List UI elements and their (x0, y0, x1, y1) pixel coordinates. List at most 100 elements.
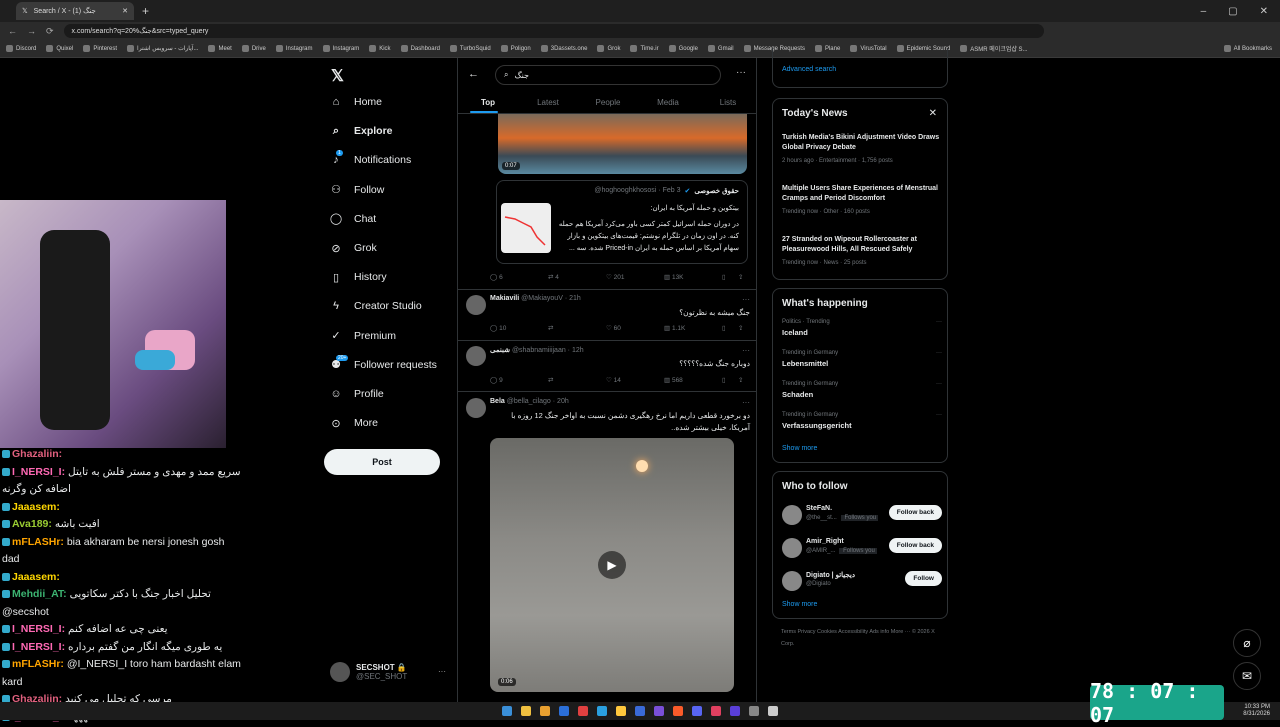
trend-item[interactable]: Trending in Germany Lebensmittel ··· (782, 350, 942, 368)
views-icon[interactable]: ▥ 1.1K (664, 324, 722, 332)
bookmark-item[interactable]: Instagram (322, 45, 359, 52)
back-icon[interactable]: ← (8, 26, 17, 36)
nav-explore[interactable]: ⌕ Explore (330, 125, 393, 138)
nav-notifications[interactable]: ♪ 1 Notifications (330, 150, 411, 166)
account-switcher[interactable]: SECSHOT 🔒 @SEC_SHOT ··· (330, 662, 446, 682)
more-dots-icon[interactable]: ··· (742, 295, 750, 304)
tab-top[interactable]: Top (458, 92, 518, 113)
url-field[interactable]: x.com/search?q=جنگ%20&src=typed_query (63, 24, 1044, 38)
footer-links[interactable]: Terms Privacy Cookies Accessibility Ads … (781, 626, 941, 650)
post-button[interactable]: Post (324, 449, 440, 475)
taskbar-app-icon[interactable] (597, 706, 607, 716)
more-dots-icon[interactable]: ··· (438, 667, 446, 676)
reply-icon[interactable]: ◯ 10 (490, 324, 548, 332)
taskbar-app-icon[interactable] (635, 706, 645, 716)
chat-username[interactable]: mFLASHr: (12, 536, 67, 548)
news-item[interactable]: Turkish Media's Bikini Adjustment Video … (782, 133, 942, 166)
nav-grok[interactable]: ⊘ Grok (330, 242, 376, 255)
back-arrow-icon[interactable]: ← (468, 68, 479, 80)
play-icon[interactable]: ▶ (598, 551, 626, 579)
nav-chat[interactable]: ◯ Chat (330, 213, 376, 226)
views-icon[interactable]: ▥ 568 (664, 376, 722, 384)
tab-lists[interactable]: Lists (698, 92, 756, 113)
taskbar-app-icon[interactable] (768, 706, 778, 716)
bookmark-item[interactable]: 3Dassets.one (540, 45, 587, 52)
chat-username[interactable]: I_NERSI_I: (12, 623, 68, 635)
chat-username[interactable]: Jaaasem: (12, 571, 60, 583)
share-icon[interactable]: ⇪ (738, 376, 748, 384)
reload-icon[interactable]: ⟳ (46, 26, 54, 37)
x-logo-icon[interactable]: 𝕏 (331, 66, 344, 86)
tab-latest[interactable]: Latest (518, 92, 578, 113)
chat-username[interactable]: Ghazaliin: (12, 448, 62, 460)
taskbar-app-icon[interactable] (654, 706, 664, 716)
close-icon[interactable]: ✕ (929, 108, 937, 119)
trend-item[interactable]: Trending in Germany Verfassungsgericht ··· (782, 412, 942, 430)
more-dots-icon[interactable]: ··· (936, 381, 942, 387)
news-item[interactable]: 27 Stranded on Wipeout Rollercoaster at … (782, 235, 942, 268)
new-tab-icon[interactable]: + (142, 4, 149, 18)
more-dots-icon[interactable]: ··· (936, 350, 942, 356)
close-tab-icon[interactable]: ✕ (122, 7, 128, 15)
bookmark-item[interactable]: آپارات - سرویس اشترا... (127, 45, 198, 52)
nav-profile[interactable]: ☺ Profile (330, 388, 383, 400)
chat-username[interactable]: Jaaasem: (12, 501, 60, 513)
more-dots-icon[interactable]: ··· (742, 346, 750, 355)
more-dots-icon[interactable]: ··· (736, 67, 746, 78)
reply-icon[interactable]: ◯ 9 (490, 376, 548, 384)
repost-icon[interactable]: ⇄ (548, 376, 606, 384)
reply-icon[interactable]: ◯ 6 (490, 273, 548, 281)
bookmark-item[interactable]: Dashboard (400, 45, 440, 52)
taskbar-app-icon[interactable] (692, 706, 702, 716)
show-more-link[interactable]: Show more (782, 445, 817, 452)
bookmark-item[interactable]: All Bookmarks (1223, 45, 1280, 52)
repost-icon[interactable]: ⇄ 4 (548, 273, 606, 281)
chat-username[interactable]: mFLASHr: (12, 658, 67, 670)
bookmark-icon[interactable]: ▯ (722, 376, 738, 384)
show-more-link[interactable]: Show more (782, 601, 817, 608)
nav-premium[interactable]: ✓ Premium (330, 330, 396, 343)
news-item[interactable]: Multiple Users Share Experiences of Mens… (782, 184, 942, 217)
nav-creator-studio[interactable]: ϟ Creator Studio (330, 300, 422, 312)
bookmark-item[interactable]: Kick (369, 45, 391, 52)
like-icon[interactable]: ♡ 60 (606, 324, 664, 332)
chat-username[interactable]: I_NERSI_I: (12, 641, 68, 653)
bookmark-item[interactable]: Grok (597, 45, 620, 52)
like-icon[interactable]: ♡ 201 (606, 273, 664, 281)
taskbar-app-icon[interactable] (559, 706, 569, 716)
search-input[interactable]: ⌕ جنگ (495, 65, 721, 85)
repost-icon[interactable]: ⇄ (548, 324, 606, 332)
close-window-icon[interactable]: ✕ (1260, 6, 1268, 17)
bookmark-item[interactable]: Drive (241, 45, 266, 52)
taskbar-app-icon[interactable] (521, 706, 531, 716)
chat-username[interactable]: Mehdii_AT: (12, 588, 70, 600)
bookmark-item[interactable]: Meet (208, 45, 232, 52)
taskbar-app-icon[interactable] (730, 706, 740, 716)
maximize-icon[interactable]: ▢ (1228, 6, 1237, 17)
taskbar-app-icon[interactable] (540, 706, 550, 716)
browser-tab[interactable]: 𝕏 Search / X - جنگ (1) ✕ (16, 2, 134, 20)
nav-follow[interactable]: ⚇ Follow (330, 184, 384, 197)
trend-item[interactable]: Politics · Trending Iceland ··· (782, 319, 942, 337)
nav-home[interactable]: ⌂ Home (330, 96, 382, 108)
minimize-icon[interactable]: – (1201, 6, 1207, 17)
bookmark-icon[interactable]: ▯ (722, 273, 738, 281)
share-icon[interactable]: ⇪ (738, 273, 748, 281)
grok-icon[interactable]: ⌀ (1233, 629, 1261, 657)
bookmark-item[interactable]: Discord (6, 45, 36, 52)
taskbar-app-icon[interactable] (673, 706, 683, 716)
taskbar-app-icon[interactable] (749, 706, 759, 716)
nav-more[interactable]: ⊙ More (330, 417, 378, 430)
trend-item[interactable]: Trending in Germany Schaden ··· (782, 381, 942, 399)
share-icon[interactable]: ⇪ (738, 324, 748, 332)
advanced-search-link[interactable]: Advanced search (782, 66, 836, 73)
bookmark-icon[interactable]: ▯ (722, 324, 738, 332)
like-icon[interactable]: ♡ 14 (606, 376, 664, 384)
messages-icon[interactable]: ✉ (1233, 662, 1261, 690)
more-dots-icon[interactable]: ··· (936, 412, 942, 418)
forward-icon[interactable]: → (27, 26, 36, 36)
post-video[interactable]: 0:07 (498, 114, 747, 174)
tab-people[interactable]: People (578, 92, 638, 113)
taskbar-app-icon[interactable] (502, 706, 512, 716)
tab-media[interactable]: Media (638, 92, 698, 113)
